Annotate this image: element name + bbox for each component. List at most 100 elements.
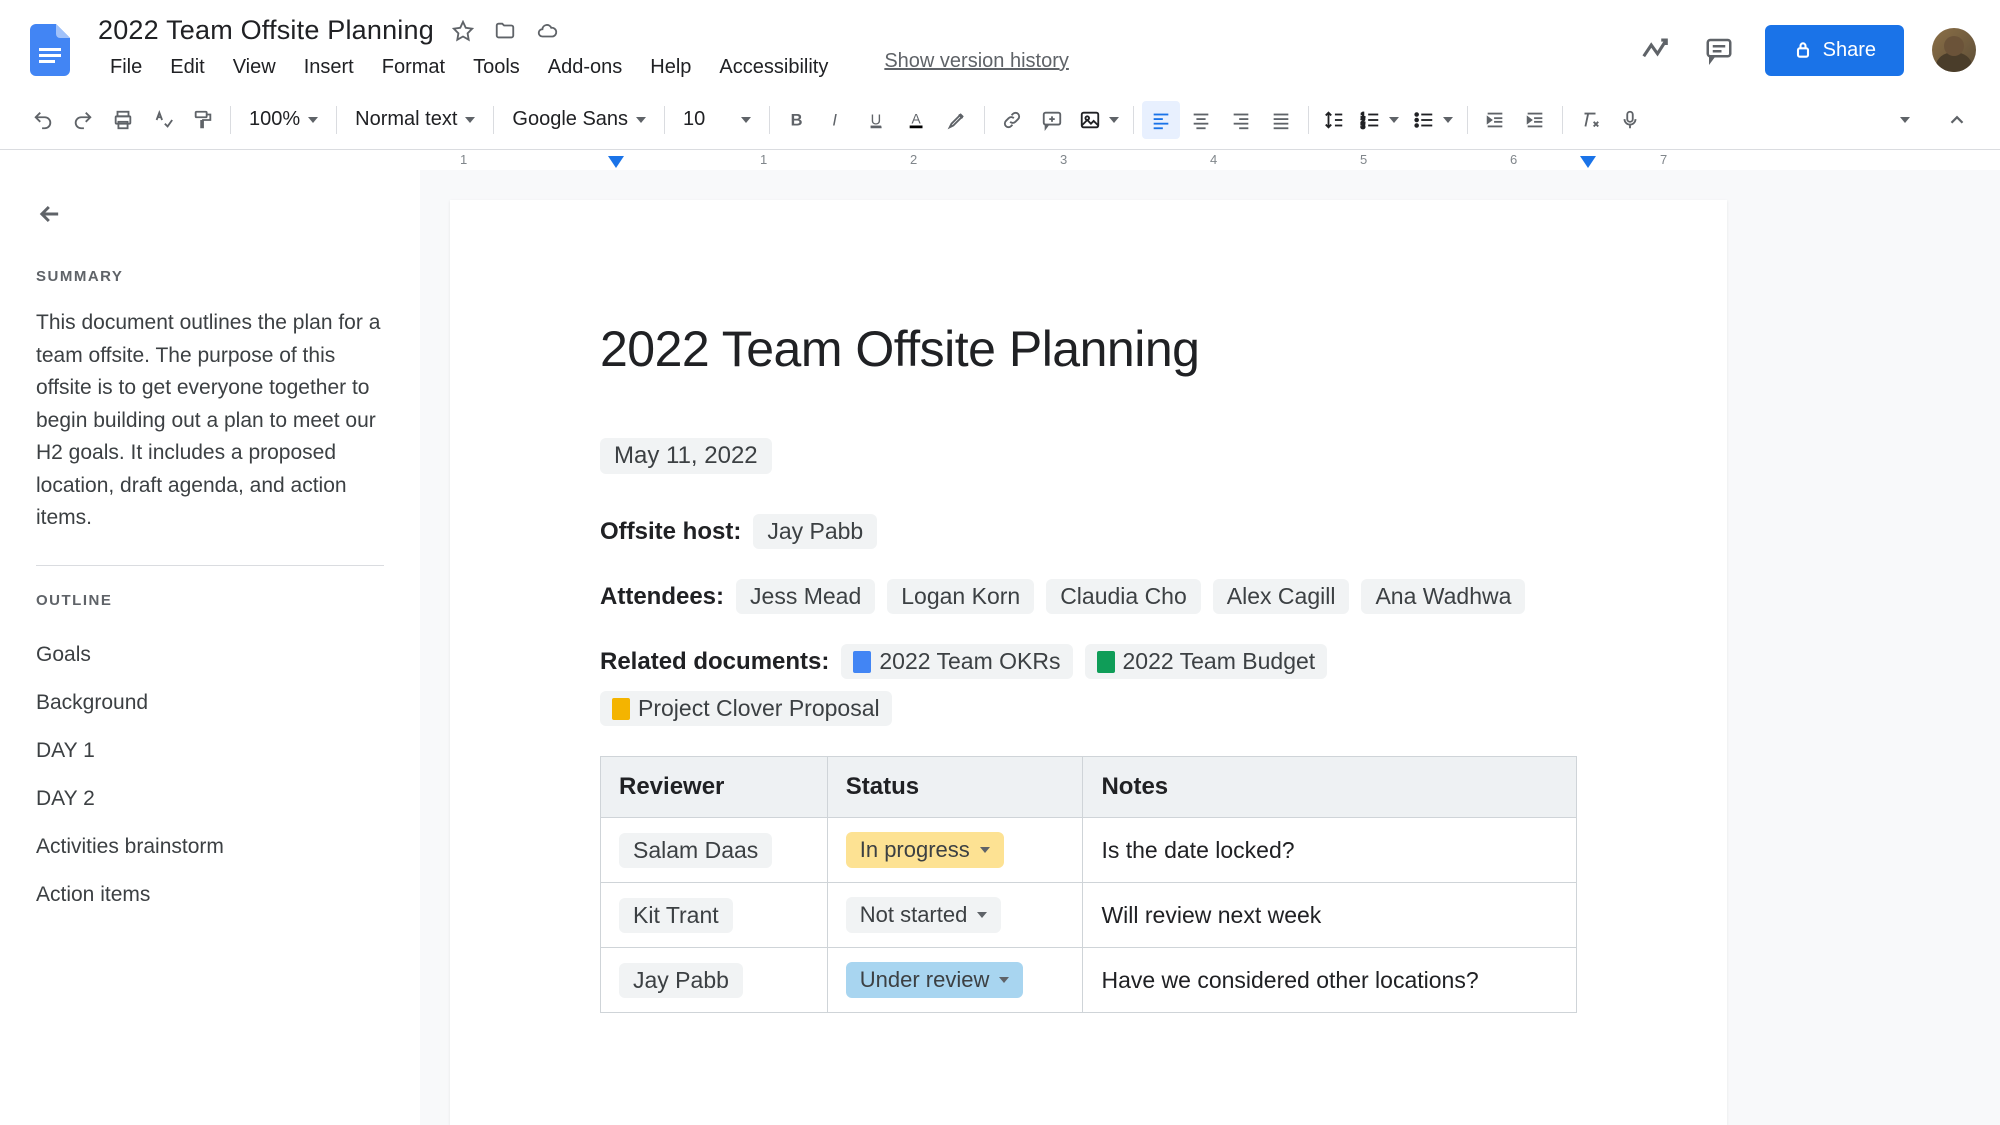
print-button[interactable] — [104, 101, 142, 139]
underline-button[interactable]: U — [858, 101, 896, 139]
ruler-right-margin-marker[interactable] — [1580, 156, 1596, 168]
host-chip[interactable]: Jay Pabb — [753, 514, 877, 549]
back-arrow-icon[interactable] — [36, 200, 68, 232]
ruler-tick: 3 — [1060, 152, 1067, 167]
align-center-button[interactable] — [1182, 101, 1220, 139]
voice-typing-button[interactable] — [1611, 101, 1649, 139]
insert-image-button[interactable] — [1073, 105, 1125, 135]
summary-label: SUMMARY — [36, 268, 384, 285]
date-chip[interactable]: May 11, 2022 — [600, 438, 772, 474]
editing-mode-button[interactable] — [1886, 101, 1924, 139]
align-justify-button[interactable] — [1262, 101, 1300, 139]
chevron-down-icon — [999, 977, 1009, 983]
outline-item[interactable]: Activities brainstorm — [36, 823, 384, 871]
document-title[interactable]: 2022 Team Offsite Planning — [98, 15, 434, 46]
attendees-label: Attendees: — [600, 583, 724, 611]
ruler-tick: 1 — [760, 152, 767, 167]
spellcheck-button[interactable] — [144, 101, 182, 139]
zoom-dropdown[interactable]: 100% — [239, 102, 328, 137]
outline-item[interactable]: Action items — [36, 871, 384, 919]
docs-file-icon — [853, 651, 871, 673]
star-icon[interactable] — [450, 18, 476, 44]
main-area: SUMMARY This document outlines the plan … — [0, 170, 2000, 1125]
style-dropdown[interactable]: Normal text — [345, 102, 485, 137]
undo-button[interactable] — [24, 101, 62, 139]
checklist-button[interactable]: 123 — [1353, 105, 1405, 135]
table-row: Kit TrantNot started Will review next we… — [601, 883, 1577, 948]
table-header-notes: Notes — [1083, 757, 1577, 818]
ruler-tick: 7 — [1660, 152, 1667, 167]
outline-item[interactable]: DAY 1 — [36, 727, 384, 775]
increase-indent-button[interactable] — [1516, 101, 1554, 139]
bulleted-list-button[interactable] — [1407, 105, 1459, 135]
menu-accessibility[interactable]: Accessibility — [707, 50, 840, 85]
share-button[interactable]: Share — [1765, 25, 1904, 76]
ruler-tick: 1 — [460, 152, 467, 167]
paint-format-button[interactable] — [184, 101, 222, 139]
document-page[interactable]: 2022 Team Offsite Planning May 11, 2022 … — [450, 200, 1727, 1125]
activity-icon[interactable] — [1637, 32, 1673, 68]
comments-icon[interactable] — [1701, 32, 1737, 68]
line-spacing-button[interactable] — [1317, 105, 1351, 135]
highlight-button[interactable] — [938, 101, 976, 139]
related-doc-chip[interactable]: Project Clover Proposal — [600, 691, 892, 726]
bold-button[interactable]: B — [778, 101, 816, 139]
attendee-chip[interactable]: Logan Korn — [887, 579, 1034, 614]
insert-link-button[interactable] — [993, 101, 1031, 139]
related-doc-chip[interactable]: 2022 Team OKRs — [841, 644, 1072, 679]
decrease-indent-button[interactable] — [1476, 101, 1514, 139]
related-doc-chip[interactable]: 2022 Team Budget — [1085, 644, 1328, 679]
status-chip[interactable]: Under review — [846, 962, 1024, 998]
outline-item[interactable]: Background — [36, 679, 384, 727]
ruler[interactable]: 1 1 2 3 4 5 6 7 — [0, 150, 2000, 170]
titlebar: 2022 Team Offsite Planning File Edit Vie… — [0, 0, 2000, 90]
menu-view[interactable]: View — [221, 50, 288, 85]
menu-edit[interactable]: Edit — [158, 50, 216, 85]
redo-button[interactable] — [64, 101, 102, 139]
attendee-chip[interactable]: Claudia Cho — [1046, 579, 1201, 614]
menu-addons[interactable]: Add-ons — [536, 50, 635, 85]
menu-insert[interactable]: Insert — [292, 50, 366, 85]
cloud-status-icon[interactable] — [534, 18, 560, 44]
italic-button[interactable]: I — [818, 101, 856, 139]
fontsize-dropdown[interactable]: 10 — [673, 102, 761, 137]
menu-format[interactable]: Format — [370, 50, 457, 85]
attendee-chip[interactable]: Jess Mead — [736, 579, 875, 614]
reviewer-chip[interactable]: Jay Pabb — [619, 963, 743, 998]
collapse-toolbar-button[interactable] — [1938, 101, 1976, 139]
clear-formatting-button[interactable] — [1571, 101, 1609, 139]
docs-logo-icon[interactable] — [24, 15, 76, 85]
status-chip[interactable]: Not started — [846, 897, 1002, 933]
outline-item[interactable]: DAY 2 — [36, 775, 384, 823]
align-right-button[interactable] — [1222, 101, 1260, 139]
zoom-value: 100% — [249, 108, 300, 131]
host-label: Offsite host: — [600, 518, 741, 546]
add-comment-button[interactable] — [1033, 101, 1071, 139]
user-avatar[interactable] — [1932, 28, 1976, 72]
align-left-button[interactable] — [1142, 101, 1180, 139]
attendee-chip[interactable]: Ana Wadhwa — [1361, 579, 1525, 614]
version-history-link[interactable]: Show version history — [884, 50, 1069, 85]
ruler-indent-marker[interactable] — [608, 156, 624, 168]
text-color-button[interactable]: A — [898, 101, 936, 139]
reviewer-chip[interactable]: Salam Daas — [619, 833, 772, 868]
ruler-tick: 6 — [1510, 152, 1517, 167]
status-chip[interactable]: In progress — [846, 832, 1004, 868]
svg-text:I: I — [833, 111, 838, 129]
move-folder-icon[interactable] — [492, 18, 518, 44]
attendee-chip[interactable]: Alex Cagill — [1213, 579, 1350, 614]
font-value: Google Sans — [512, 108, 628, 131]
reviewer-chip[interactable]: Kit Trant — [619, 898, 733, 933]
document-canvas: 2022 Team Offsite Planning May 11, 2022 … — [420, 170, 2000, 1125]
font-dropdown[interactable]: Google Sans — [502, 102, 656, 137]
fontsize-value: 10 — [683, 108, 705, 131]
outline-item[interactable]: Goals — [36, 631, 384, 679]
svg-text:B: B — [791, 111, 803, 129]
menu-tools[interactable]: Tools — [461, 50, 532, 85]
table-header-reviewer: Reviewer — [601, 757, 828, 818]
menu-file[interactable]: File — [98, 50, 154, 85]
chevron-down-icon — [977, 912, 987, 918]
doc-heading: 2022 Team Offsite Planning — [600, 320, 1577, 378]
related-label: Related documents: — [600, 648, 829, 676]
menu-help[interactable]: Help — [638, 50, 703, 85]
